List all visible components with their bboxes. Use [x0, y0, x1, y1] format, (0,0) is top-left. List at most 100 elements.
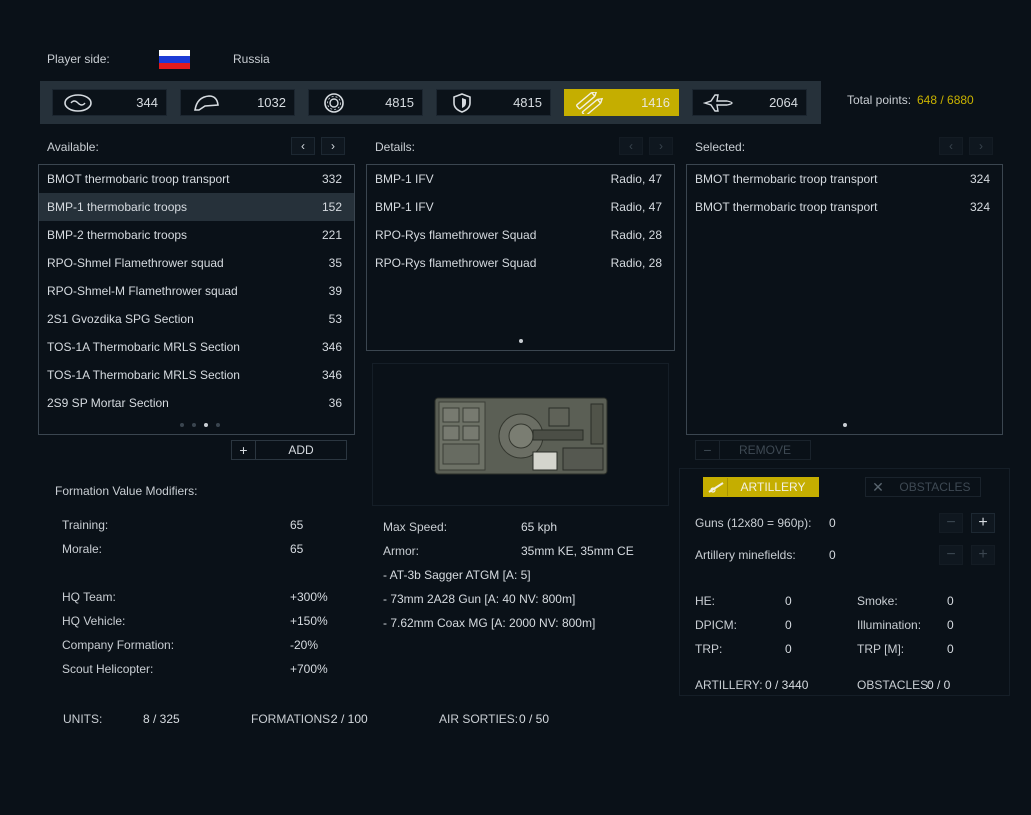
artillery-tab-label: ARTILLERY — [740, 480, 806, 494]
subunit-name: BMP-1 IFV — [375, 200, 434, 214]
trp-m-value: 0 — [947, 642, 954, 656]
units-value: 8 / 325 — [143, 712, 180, 726]
modifier-label: Scout Helicopter: — [62, 662, 154, 676]
unit-cost: 36 — [328, 396, 342, 410]
category-air[interactable]: 2064 — [692, 89, 807, 116]
total-points-value: 648 / 6880 — [917, 93, 974, 107]
unit-name: BMP-1 thermobaric troops — [47, 200, 188, 214]
page-dot[interactable] — [192, 423, 196, 427]
modifier-value: -20% — [290, 638, 319, 652]
category-armor[interactable]: 4815 — [436, 89, 551, 116]
category-points-bar: 344 1032 4815 4815 1416 2064 — [40, 81, 821, 124]
guns-decrease-button[interactable]: − — [939, 513, 963, 533]
category-artillery[interactable]: 1416 — [564, 89, 679, 116]
category-value: 1416 — [641, 95, 670, 110]
vehicle-wheel-icon — [324, 92, 344, 113]
chevron-left-icon[interactable]: ‹ — [939, 137, 963, 155]
modifier-value: 65 — [290, 542, 304, 556]
unit-cost: 152 — [321, 200, 342, 214]
details-title: Details: — [375, 140, 416, 154]
page-dot-active[interactable] — [843, 423, 847, 427]
list-item[interactable]: BMP-2 thermobaric troops 221 — [39, 221, 354, 249]
available-list: BMOT thermobaric troop transport 332 BMP-… — [38, 164, 355, 435]
unit-name: RPO-Shmel-M Flamethrower squad — [47, 284, 238, 298]
list-item[interactable]: RPO-Rys flamethrower Squad Radio, 28 — [367, 221, 674, 249]
category-value: 4815 — [513, 95, 542, 110]
category-infantry[interactable]: 1032 — [180, 89, 295, 116]
trp-label: TRP: — [695, 642, 723, 656]
selected-title: Selected: — [695, 140, 746, 154]
page-dot-active[interactable] — [519, 339, 523, 343]
list-item[interactable]: RPO-Shmel-M Flamethrower squad 39 — [39, 277, 354, 305]
details-pager: ‹ › — [619, 137, 673, 155]
recon-icon — [64, 93, 92, 112]
list-item[interactable]: RPO-Shmel Flamethrower squad 35 — [39, 249, 354, 277]
chevron-right-icon[interactable]: › — [321, 137, 345, 155]
list-item[interactable]: BMP-1 IFV Radio, 47 — [367, 165, 674, 193]
page-dot[interactable] — [216, 423, 220, 427]
plus-icon: + — [232, 441, 256, 459]
list-item[interactable]: 2S1 Gvozdika SPG Section 53 — [39, 305, 354, 333]
unit-name: TOS-1A Thermobaric MRLS Section — [47, 340, 240, 354]
armor-value: 35mm KE, 35mm CE — [521, 544, 634, 558]
subunit-info: Radio, 28 — [610, 256, 662, 270]
category-vehicles[interactable]: 4815 — [308, 89, 423, 116]
trp-m-label: TRP [M]: — [857, 642, 905, 656]
modifier-label: HQ Vehicle: — [62, 614, 126, 628]
unit-cost: 346 — [321, 368, 342, 382]
trp-value: 0 — [785, 642, 792, 656]
subunit-name: BMP-1 IFV — [375, 172, 434, 186]
category-recon[interactable]: 344 — [52, 89, 167, 116]
minefields-decrease-button[interactable]: − — [939, 545, 963, 565]
subunit-name: RPO-Rys flamethrower Squad — [375, 256, 537, 270]
support-panel — [679, 468, 1010, 696]
minus-icon: − — [696, 441, 720, 459]
formations-value: 2 / 100 — [331, 712, 368, 726]
list-item[interactable]: TOS-1A Thermobaric MRLS Section 346 — [39, 361, 354, 389]
list-item[interactable]: BMOT thermobaric troop transport 324 — [687, 193, 1002, 221]
category-value: 2064 — [769, 95, 798, 110]
russia-flag-icon[interactable] — [159, 50, 190, 69]
list-item[interactable]: BMOT thermobaric troop transport 324 — [687, 165, 1002, 193]
chevron-left-icon[interactable]: ‹ — [619, 137, 643, 155]
modifier-value: 65 — [290, 518, 304, 532]
chevron-left-icon[interactable]: ‹ — [291, 137, 315, 155]
page-dot[interactable] — [180, 423, 184, 427]
unit-cost: 35 — [328, 256, 342, 270]
page-dots — [180, 423, 220, 427]
details-list: BMP-1 IFV Radio, 47 BMP-1 IFV Radio, 47 RP… — [366, 164, 675, 351]
add-button[interactable]: + ADD — [231, 440, 347, 460]
chevron-right-icon[interactable]: › — [969, 137, 993, 155]
list-item[interactable]: TOS-1A Thermobaric MRLS Section 346 — [39, 333, 354, 361]
obstacles-tab-label: OBSTACLES — [899, 480, 971, 494]
list-item[interactable]: 2S9 SP Mortar Section 36 — [39, 389, 354, 417]
list-item[interactable]: BMOT thermobaric troop transport 332 — [39, 165, 354, 193]
infantry-helmet-icon — [194, 94, 219, 111]
obstacles-total-value: 0 / 0 — [927, 678, 951, 692]
total-points-label: Total points: — [847, 93, 912, 107]
illumination-label: Illumination: — [857, 618, 922, 632]
artillery-tab[interactable]: ARTILLERY — [703, 477, 819, 497]
armor-label: Armor: — [383, 544, 419, 558]
air-sorties-label: AIR SORTIES: — [439, 712, 519, 726]
list-item[interactable]: BMP-1 IFV Radio, 47 — [367, 193, 674, 221]
available-title: Available: — [47, 140, 99, 154]
list-item[interactable]: RPO-Rys flamethrower Squad Radio, 28 — [367, 249, 674, 277]
minefields-increase-button[interactable]: + — [971, 545, 995, 565]
modifier-value: +300% — [290, 590, 328, 604]
list-item-selected[interactable]: BMP-1 thermobaric troops 152 — [39, 193, 354, 221]
obstacles-tab[interactable]: ✕ OBSTACLES — [865, 477, 981, 497]
page-dot-active[interactable] — [204, 423, 208, 427]
weapon-line: - 73mm 2A28 Gun [A: 40 NV: 800m] — [383, 592, 576, 606]
selected-list: BMOT thermobaric troop transport 324 BMOT… — [686, 164, 1003, 435]
smoke-label: Smoke: — [857, 594, 898, 608]
max-speed-label: Max Speed: — [383, 520, 448, 534]
vehicle-preview — [372, 363, 669, 506]
dpicm-value: 0 — [785, 618, 792, 632]
remove-label: REMOVE — [738, 443, 791, 457]
subunit-name: RPO-Rys flamethrower Squad — [375, 228, 537, 242]
remove-button[interactable]: − REMOVE — [695, 440, 811, 460]
he-value: 0 — [785, 594, 792, 608]
chevron-right-icon[interactable]: › — [649, 137, 673, 155]
guns-increase-button[interactable]: + — [971, 513, 995, 533]
